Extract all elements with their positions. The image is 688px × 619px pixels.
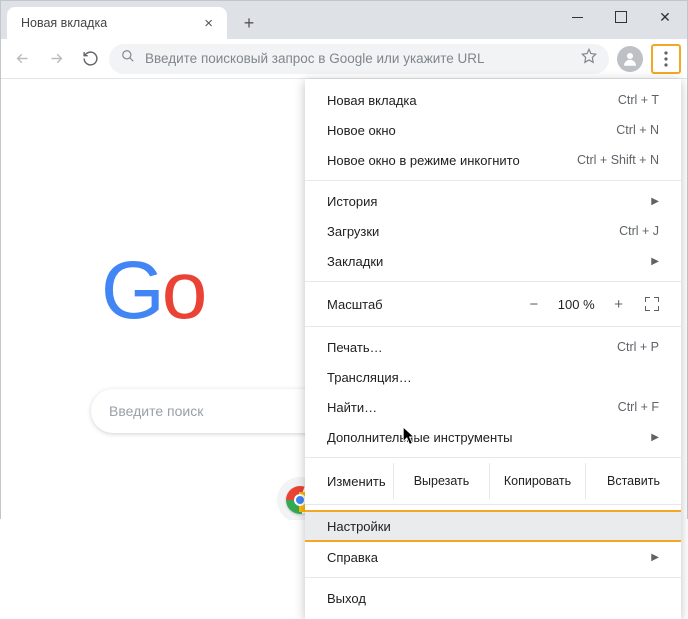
omnibox[interactable]: Введите поисковый запрос в Google или ук… [109, 44, 609, 74]
google-logo: G o [101, 244, 204, 338]
menu-downloads[interactable]: Загрузки Ctrl + J [305, 216, 681, 246]
profile-avatar-icon[interactable] [617, 46, 643, 72]
menu-new-tab[interactable]: Новая вкладка Ctrl + T [305, 85, 681, 115]
menu-find[interactable]: Найти… Ctrl + F [305, 392, 681, 422]
chevron-right-icon: ▶ [651, 256, 659, 267]
titlebar: Новая вкладка × + ✕ [1, 1, 687, 39]
menu-cut[interactable]: Вырезать [393, 463, 489, 499]
window-minimize-button[interactable] [555, 1, 599, 33]
window-maximize-button[interactable] [599, 1, 643, 33]
zoom-in-button[interactable]: + [614, 296, 623, 313]
omnibox-placeholder: Введите поисковый запрос в Google или ук… [145, 51, 571, 66]
menu-settings[interactable]: Настройки [305, 510, 681, 542]
menu-incognito[interactable]: Новое окно в режиме инкогнито Ctrl + Shi… [305, 145, 681, 175]
fullscreen-icon[interactable] [645, 297, 659, 311]
menu-edit-label: Изменить [305, 463, 393, 499]
bookmark-star-icon[interactable] [581, 48, 597, 69]
search-icon [121, 49, 135, 68]
menu-exit[interactable]: Выход [305, 583, 681, 613]
tab-close-icon[interactable]: × [200, 15, 217, 32]
back-button[interactable] [7, 44, 37, 74]
menu-more-tools[interactable]: Дополнительные инструменты ▶ [305, 422, 681, 452]
window-controls: ✕ [555, 1, 687, 33]
menu-bookmarks[interactable]: Закладки ▶ [305, 246, 681, 276]
chevron-right-icon: ▶ [651, 432, 659, 443]
menu-print[interactable]: Печать… Ctrl + P [305, 332, 681, 362]
menu-edit-row: Изменить Вырезать Копировать Вставить [305, 463, 681, 499]
menu-help[interactable]: Справка ▶ [305, 542, 681, 572]
reload-button[interactable] [75, 44, 105, 74]
menu-zoom: Масштаб − 100 % + [305, 287, 681, 321]
menu-separator [305, 326, 681, 327]
browser-tab[interactable]: Новая вкладка × [7, 7, 227, 39]
zoom-out-button[interactable]: − [529, 296, 538, 313]
menu-copy[interactable]: Копировать [489, 463, 585, 499]
toolbar: Введите поисковый запрос в Google или ук… [1, 39, 687, 79]
new-tab-button[interactable]: + [235, 9, 263, 37]
chevron-right-icon: ▶ [651, 552, 659, 563]
menu-cast[interactable]: Трансляция… [305, 362, 681, 392]
chevron-right-icon: ▶ [651, 196, 659, 207]
zoom-value: 100 % [554, 297, 598, 312]
home-search-placeholder: Введите поиск [109, 403, 203, 419]
menu-separator [305, 180, 681, 181]
menu-history[interactable]: История ▶ [305, 186, 681, 216]
menu-separator [305, 504, 681, 505]
chrome-menu: Новая вкладка Ctrl + T Новое окно Ctrl +… [305, 79, 681, 619]
menu-new-window[interactable]: Новое окно Ctrl + N [305, 115, 681, 145]
tab-title: Новая вкладка [21, 16, 107, 30]
forward-button[interactable] [41, 44, 71, 74]
menu-separator [305, 457, 681, 458]
menu-separator [305, 281, 681, 282]
menu-paste[interactable]: Вставить [585, 463, 681, 499]
menu-separator [305, 577, 681, 578]
chrome-menu-button[interactable] [651, 44, 681, 74]
window-close-button[interactable]: ✕ [643, 1, 687, 33]
